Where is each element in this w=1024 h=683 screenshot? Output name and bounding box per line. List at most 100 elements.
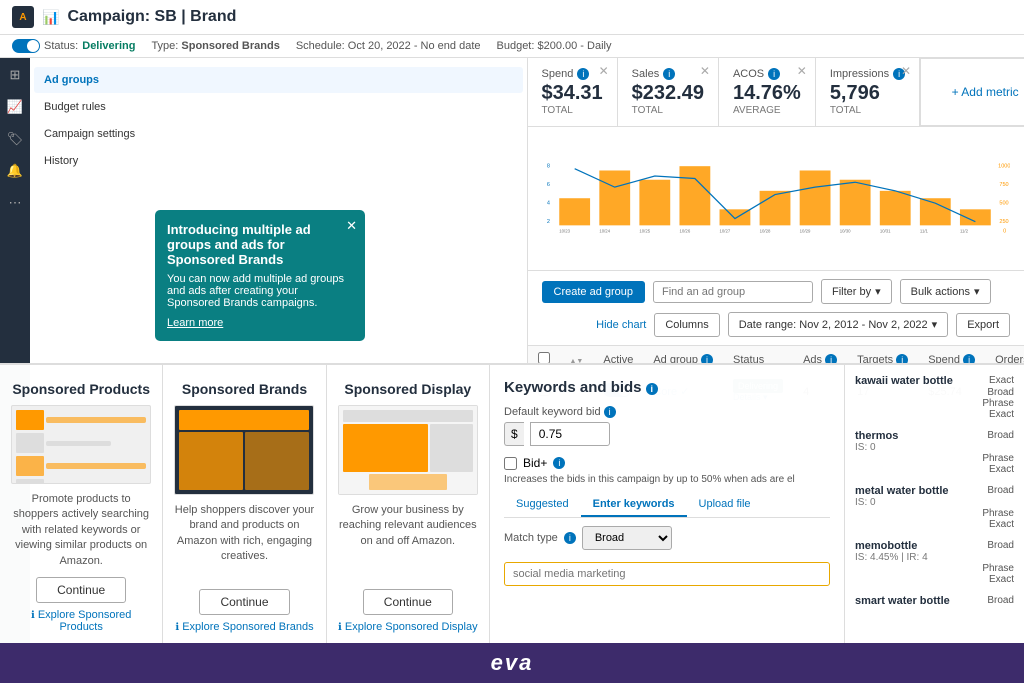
kw-sub: IS: 4.45% | IR: 4 (855, 552, 1014, 563)
spend-info-icon[interactable]: i (577, 68, 589, 80)
sp-continue-button[interactable]: Continue (36, 577, 126, 603)
sidebar-item-history[interactable]: History (34, 148, 523, 174)
default-bid-input-row: $ (504, 422, 830, 446)
sd-continue-button[interactable]: Continue (363, 589, 453, 615)
sd-card-image (338, 405, 478, 495)
popup-close-icon[interactable]: ✕ (346, 218, 357, 234)
svg-text:10/31: 10/31 (879, 229, 890, 234)
svg-text:2: 2 (546, 219, 549, 225)
tab-suggested[interactable]: Suggested (504, 493, 581, 517)
svg-text:750: 750 (999, 182, 1008, 188)
svg-text:8: 8 (546, 163, 549, 169)
bulk-actions-button[interactable]: Bulk actions ▾ (900, 279, 991, 304)
type-label: Type: Sponsored Brands (151, 40, 279, 52)
sponsored-products-card: Sponsored Products Promote products to s… (0, 365, 163, 643)
kw-name: metal water bottle (855, 485, 949, 497)
bell-icon[interactable]: 🔔 (6, 162, 24, 180)
impressions-label: Impressions i (830, 68, 905, 80)
metric-spend: Spend i $34.31 TOTAL ✕ (528, 58, 618, 126)
filter-button[interactable]: Filter by ▾ (821, 279, 892, 304)
logo-text: A (19, 12, 26, 23)
tab-upload-file[interactable]: Upload file (687, 493, 763, 517)
columns-button[interactable]: Columns (654, 313, 719, 337)
spend-value: $34.31 (542, 82, 603, 105)
sponsored-brands-card: Sponsored Brands Help shoppers discover … (163, 365, 326, 643)
sb-continue-button[interactable]: Continue (199, 589, 289, 615)
kw-type: Broad (987, 540, 1014, 551)
popup-title: Introducing multiple ad groups and ads f… (167, 222, 353, 267)
sales-close-icon[interactable]: ✕ (700, 64, 710, 78)
bid-plus-checkbox[interactable] (504, 457, 517, 470)
default-bid-info-icon[interactable]: i (604, 406, 616, 418)
keywords-list-panel: kawaii water bottle Exact Broad Phrase E… (844, 365, 1024, 643)
tag-icon[interactable]: 🏷 (6, 130, 24, 148)
sp-card-desc: Promote products to shoppers actively se… (10, 492, 152, 569)
chart-icon[interactable]: 📈 (6, 98, 24, 116)
acos-label: ACOS i (733, 68, 801, 80)
sponsored-display-card: Sponsored Display Grow your business by … (327, 365, 489, 643)
default-bid-input[interactable] (530, 422, 610, 446)
keyword-text-input[interactable] (504, 562, 830, 586)
kw-type: Exact (989, 375, 1014, 386)
metric-sales: Sales i $232.49 TOTAL ✕ (618, 58, 719, 126)
dollar-symbol: $ (504, 422, 524, 446)
toolbar-right: Hide chart Columns Date range: Nov 2, 20… (596, 312, 1010, 337)
match-type-info-icon[interactable]: i (564, 532, 576, 544)
sp-card-title: Sponsored Products (12, 381, 150, 397)
status-value: Delivering (82, 40, 135, 52)
tab-enter-keywords[interactable]: Enter keywords (581, 493, 687, 517)
impressions-close-icon[interactable]: ✕ (901, 64, 911, 78)
add-metric-button[interactable]: + Add metric (920, 58, 1024, 126)
sales-sub: TOTAL (632, 105, 704, 116)
spend-close-icon[interactable]: ✕ (599, 64, 609, 78)
feature-popup: ✕ Introducing multiple ad groups and ads… (155, 210, 365, 341)
svg-text:6: 6 (546, 182, 549, 188)
sidebar-item-adgroups[interactable]: Ad groups (34, 67, 523, 93)
export-button[interactable]: Export (956, 313, 1010, 337)
campaign-cards: Sponsored Products Promote products to s… (0, 365, 490, 643)
popup-learn-more-link[interactable]: Learn more (167, 317, 353, 329)
kw-name: smart water bottle (855, 595, 950, 607)
status-bar: Status: Delivering Type: Sponsored Brand… (0, 35, 1024, 58)
toggle-pill[interactable] (12, 39, 40, 53)
metrics-row: Spend i $34.31 TOTAL ✕ Sales i $232.49 T… (528, 58, 1024, 127)
svg-text:0: 0 (1003, 229, 1006, 235)
grid-icon[interactable]: ⋯ (6, 194, 24, 212)
acos-info-icon[interactable]: i (768, 68, 780, 80)
svg-text:10/27: 10/27 (719, 229, 730, 234)
svg-text:10/24: 10/24 (599, 229, 610, 234)
home-icon[interactable]: ⊞ (6, 66, 24, 84)
status-toggle[interactable]: Status: Delivering (12, 39, 135, 53)
match-type-select[interactable]: Broad Phrase Exact (582, 526, 672, 550)
campaign-icon: 📊 (42, 9, 59, 26)
svg-text:11/1: 11/1 (919, 229, 928, 234)
sidebar-item-budget[interactable]: Budget rules (34, 94, 523, 120)
bid-plus-info-icon[interactable]: i (553, 457, 565, 469)
sidebar-item-settings[interactable]: Campaign settings (34, 121, 523, 147)
acos-close-icon[interactable]: ✕ (797, 64, 807, 78)
acos-sub: AVERAGE (733, 105, 801, 116)
bottom-overlay: Sponsored Products Promote products to s… (0, 363, 1024, 643)
keywords-info-icon[interactable]: i (646, 383, 658, 395)
hide-chart-button[interactable]: Hide chart (596, 319, 646, 331)
sd-explore-link[interactable]: ℹ Explore Sponsored Display (338, 621, 478, 633)
page-title: Campaign: SB | Brand (67, 8, 236, 26)
impressions-value: 5,796 (830, 82, 905, 105)
create-adgroup-button[interactable]: Create ad group (542, 281, 646, 303)
metric-acos: ACOS i 14.76% AVERAGE ✕ (719, 58, 816, 126)
default-bid-label: Default keyword bid i (504, 406, 830, 418)
date-range-button[interactable]: Date range: Nov 2, 2012 - Nov 2, 2022 ▾ (728, 312, 948, 337)
sales-label: Sales i (632, 68, 704, 80)
sb-explore-link[interactable]: ℹ Explore Sponsored Brands (175, 621, 313, 633)
kw-name: memobottle (855, 540, 917, 552)
keyword-tabs: Suggested Enter keywords Upload file (504, 493, 830, 518)
sales-info-icon[interactable]: i (663, 68, 675, 80)
search-adgroup-input[interactable] (653, 281, 813, 303)
match-type-label: Match type (504, 532, 558, 544)
sales-value: $232.49 (632, 82, 704, 105)
spend-label: Spend i (542, 68, 603, 80)
acos-value: 14.76% (733, 82, 801, 105)
svg-text:500: 500 (999, 200, 1008, 206)
sp-explore-link[interactable]: ℹ Explore Sponsored Products (10, 609, 152, 633)
status-label: Status: (44, 40, 78, 52)
